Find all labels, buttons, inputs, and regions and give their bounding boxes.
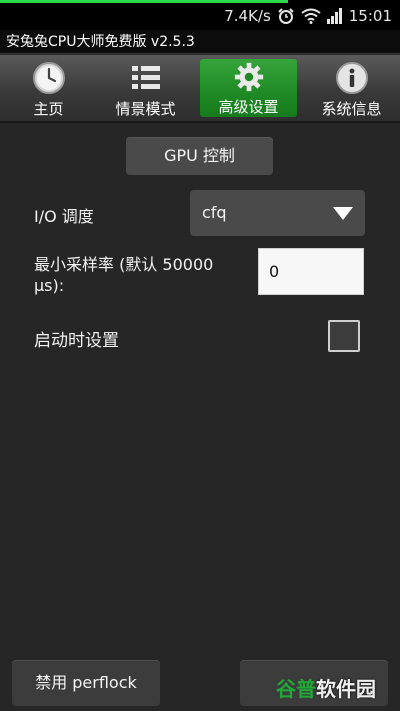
io-scheduler-select[interactable]: cfq xyxy=(190,190,365,236)
network-speed: 7.4K/s xyxy=(224,7,271,25)
tab-bar: 主页 情景模式 高级设置 系统信息 xyxy=(0,55,400,123)
alarm-clock-icon xyxy=(278,8,294,24)
sampling-rate-input[interactable]: 0 xyxy=(258,248,364,295)
dropdown-arrow-icon xyxy=(333,207,353,220)
apply-on-boot-label: 启动时设置 xyxy=(34,331,119,351)
io-scheduler-value: cfq xyxy=(202,203,227,222)
tab-home-label: 主页 xyxy=(33,100,64,118)
clock-icon xyxy=(32,62,65,94)
watermark-part-1: 谷普 xyxy=(276,676,316,701)
apply-on-boot-checkbox[interactable] xyxy=(328,320,360,352)
tab-home[interactable]: 主页 xyxy=(0,55,97,121)
status-accent-bar xyxy=(0,0,288,3)
tab-advanced-settings[interactable]: 高级设置 xyxy=(200,59,297,117)
wifi-icon xyxy=(301,8,321,24)
status-bar: 7.4K/s 15:01 xyxy=(0,0,400,30)
clock-time: 15:01 xyxy=(348,7,392,25)
watermark: 谷普 软件园 xyxy=(276,672,376,702)
gpu-control-button[interactable]: GPU 控制 xyxy=(126,137,273,175)
signal-icon xyxy=(326,8,342,24)
info-icon xyxy=(335,62,368,94)
tab-system-info-label: 系统信息 xyxy=(321,100,382,118)
app-title: 安兔兔CPU大师免费版 v2.5.3 xyxy=(0,30,400,54)
disable-perflock-button[interactable]: 禁用 perflock xyxy=(12,660,160,706)
tab-advanced-settings-label: 高级设置 xyxy=(218,98,279,116)
sampling-rate-label: 最小采样率 (默认 50000 μs): xyxy=(34,255,214,295)
tab-system-info[interactable]: 系统信息 xyxy=(303,55,400,121)
tab-scenario[interactable]: 情景模式 xyxy=(97,55,194,121)
list-icon xyxy=(131,66,160,89)
io-scheduler-label: I/O 调度 xyxy=(34,207,94,226)
watermark-part-2: 软件园 xyxy=(316,676,376,701)
tab-scenario-label: 情景模式 xyxy=(115,100,176,118)
status-icons: 7.4K/s 15:01 xyxy=(224,6,392,26)
gear-icon xyxy=(234,62,263,92)
